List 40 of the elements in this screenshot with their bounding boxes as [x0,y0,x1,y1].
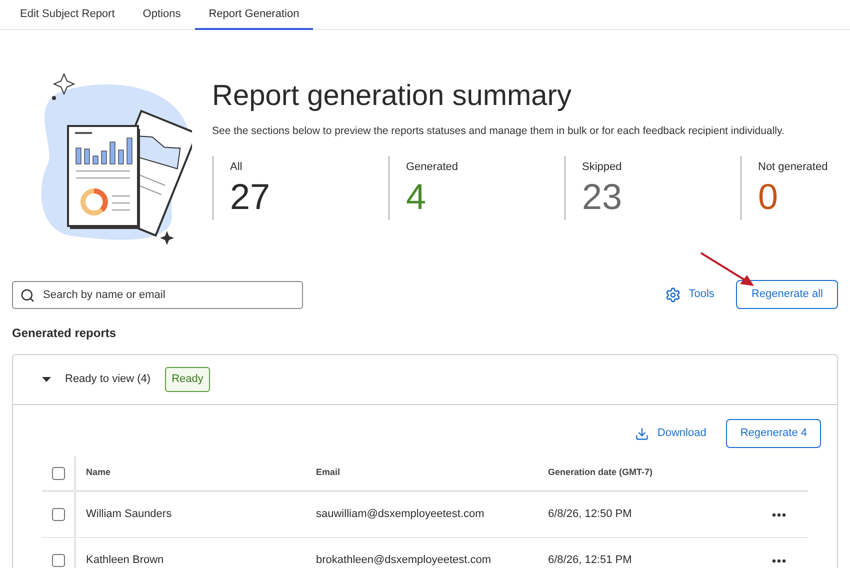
column-header: Email [316,466,342,480]
table-cell-text: sauwilliam@dsxemployeetest.com [316,507,486,522]
stat-value: 0 [758,177,780,218]
settings-icon [664,286,681,302]
table-cell-text: 6/8/26, 12:51 PM [548,553,633,568]
stat-label: Skipped [582,160,623,175]
stat-label: All [230,160,244,175]
select-all-checkbox[interactable] [52,466,64,480]
tab[interactable]: Report Generation [194,0,314,30]
page-title: Report generation summary [212,79,572,114]
regenerate-button[interactable]: Regenerate 4 [726,419,821,448]
stat-label: Not generated [758,160,829,175]
group-title: Ready to view (4) [65,372,151,388]
search-icon [20,288,35,302]
tab[interactable]: Options [128,0,195,30]
summary-description: See the sections below to preview the reports statuses and manage them in bulk or for each feedback recipient individually. [212,124,786,139]
row-checkbox[interactable] [52,554,64,567]
tools-button[interactable]: Tools [664,286,714,303]
more-icon [772,558,786,562]
table-cell-text: 6/8/26, 12:50 PM [548,507,633,522]
download-icon [635,426,650,440]
more-options-button[interactable] [772,558,786,562]
column-header: Name [85,466,112,480]
stat-value: 23 [582,177,624,218]
download-button[interactable]: Download [635,425,706,442]
column-header: Generation date (GMT-7) [548,466,654,480]
tab[interactable]: Edit Subject Report [6,0,129,30]
stat-value: 27 [230,177,272,218]
stat-value: 4 [406,177,428,218]
more-icon [772,512,786,516]
table-cell-text: Kathleen Brown [85,553,165,568]
caret-icon[interactable] [41,374,51,384]
stat-label: Generated [406,160,459,175]
table-cell-text: brokathleen@dsxemployeetest.com [316,553,492,568]
section-heading: Generated reports [11,325,118,342]
more-options-button[interactable] [772,512,786,516]
table-cell-text: William Saunders [85,507,173,522]
search-field[interactable]: Search by name or email [12,280,303,308]
status-badge: Ready [164,367,210,392]
row-checkbox[interactable] [52,508,64,521]
